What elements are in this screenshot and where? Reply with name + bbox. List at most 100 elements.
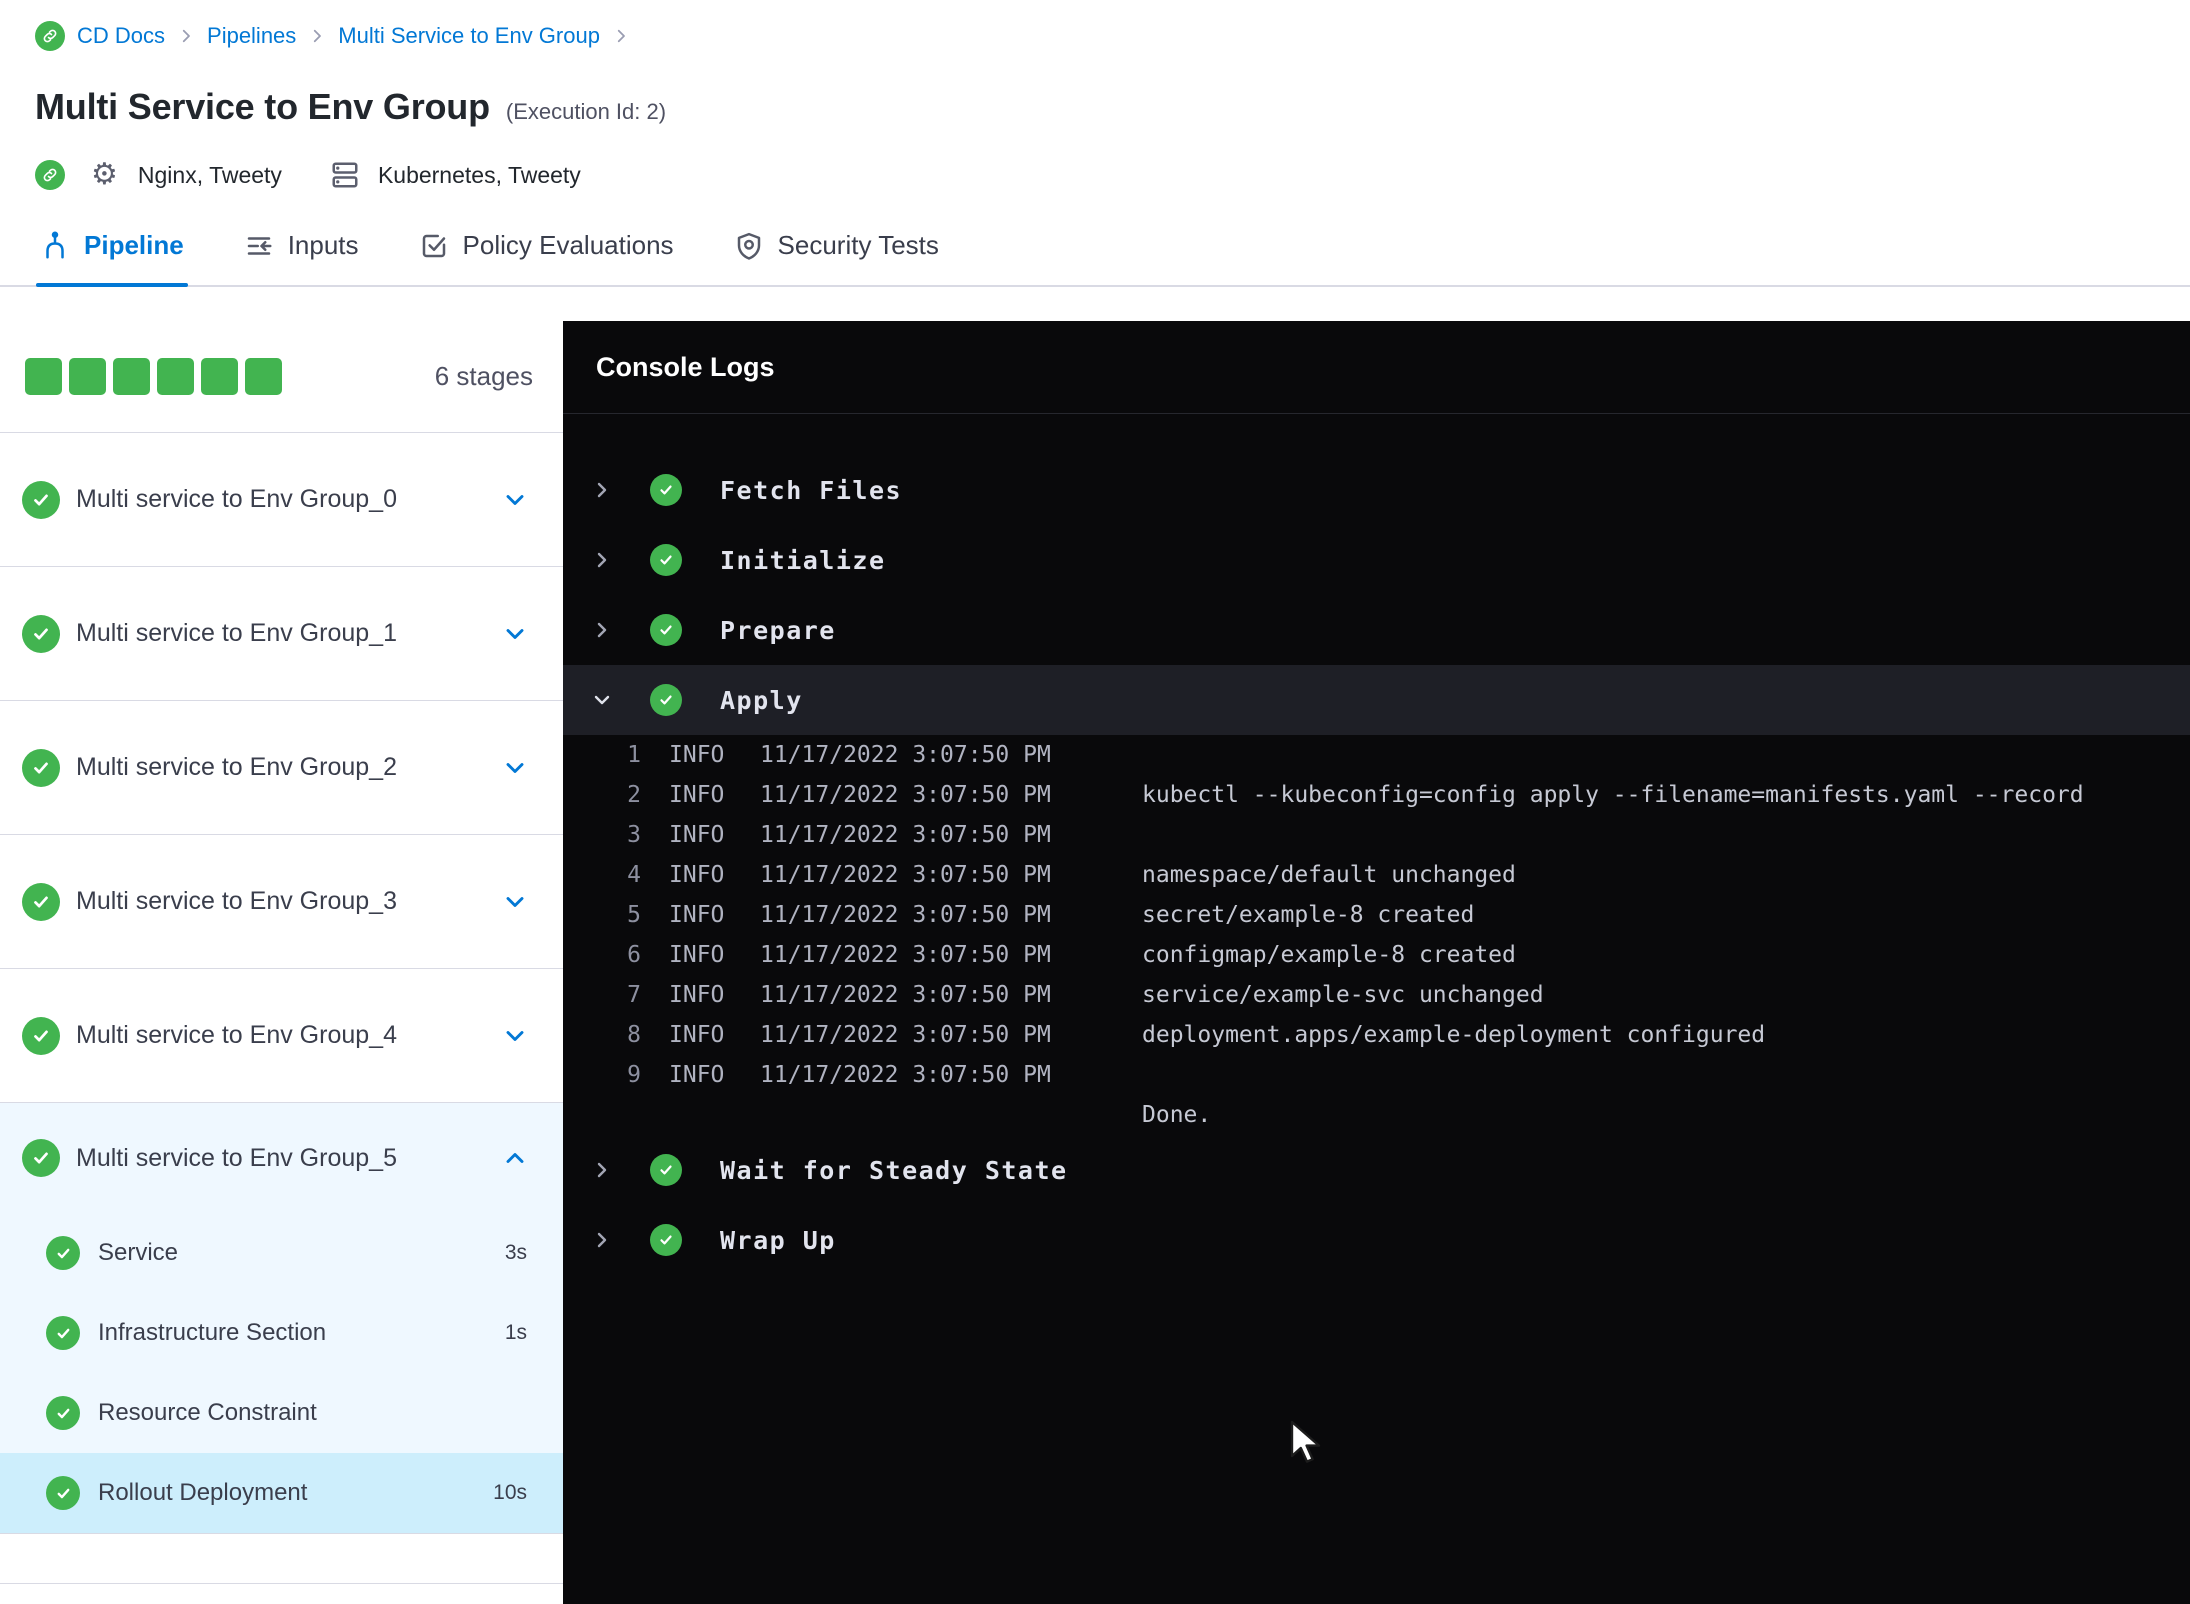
pipeline-icon [40,230,70,261]
stage-row-5[interactable]: Multi service to Env Group_5 [0,1103,563,1213]
page-title: Multi Service to Env Group [35,86,490,127]
execution-meta-row: ⚙ Nginx, Tweety Kubernetes, Tweety [35,154,2190,196]
console-panel: Console Logs Fetch Files Initialize Prep… [563,321,2190,1604]
log-timestamp: 11/17/2022 3:07:50 PM [760,1022,1051,1048]
stage-square[interactable] [69,358,106,395]
log-line-number: 6 [627,942,641,968]
console-section-label: Wait for Steady State [720,1155,1068,1185]
link-icon [35,21,65,51]
success-check-icon [650,684,682,716]
log-timestamp: 11/17/2022 3:07:50 PM [760,902,1051,928]
tab-security-tests[interactable]: Security Tests [734,206,939,285]
log-line-number: 4 [627,862,641,888]
log-line: 2 INFO 11/17/2022 3:07:50 PM kubectl --k… [563,775,2190,815]
tab-label: Security Tests [777,230,939,260]
chevron-right-icon[interactable] [590,1158,614,1182]
console-section-initialize[interactable]: Initialize [563,525,2190,595]
console-section-apply[interactable]: Apply [563,665,2190,735]
console-section-wait-for-steady-state[interactable]: Wait for Steady State [563,1135,2190,1205]
step-row-resource-constraint[interactable]: Resource Constraint [0,1373,563,1453]
success-check-icon [650,474,682,506]
console-section-label: Apply [720,685,803,715]
log-line: 1 INFO 11/17/2022 3:07:50 PM [563,735,2190,775]
stages-summary-row: 6 stages [0,321,563,433]
success-check-icon [46,1236,80,1270]
chevron-right-icon[interactable] [590,1228,614,1252]
console-section-label: Fetch Files [720,475,903,505]
stage-row-1[interactable]: Multi service to Env Group_1 [0,567,563,701]
chevron-down-icon[interactable] [501,754,529,782]
log-message: Done. [1142,1102,1212,1128]
log-line-number: 8 [627,1022,641,1048]
chevron-down-icon[interactable] [501,620,529,648]
title-row: Multi Service to Env Group (Execution Id… [35,86,2190,128]
step-row-service[interactable]: Service 3s [0,1213,563,1293]
console-section-label: Initialize [720,545,886,575]
log-line: 3 INFO 11/17/2022 3:07:50 PM [563,815,2190,855]
console-section-fetch-files[interactable]: Fetch Files [563,455,2190,525]
chevron-up-icon[interactable] [501,1144,529,1172]
stage-5-expanded-block: Multi service to Env Group_5 Service 3s … [0,1103,563,1534]
stage-label: Multi service to Env Group_3 [76,887,397,915]
step-duration: 3s [504,1241,527,1264]
success-check-icon [22,1016,60,1055]
chevron-down-icon[interactable] [501,486,529,514]
log-line: 8 INFO 11/17/2022 3:07:50 PM deployment.… [563,1015,2190,1055]
tab-inputs[interactable]: Inputs [244,206,359,285]
link-icon [35,160,65,190]
step-duration: 10s [493,1481,527,1504]
log-timestamp: 11/17/2022 3:07:50 PM [760,742,1051,768]
success-check-icon [22,1139,60,1177]
chevron-right-icon[interactable] [590,548,614,572]
stage-row-2[interactable]: Multi service to Env Group_2 [0,701,563,835]
stage-square[interactable] [157,358,194,395]
success-check-icon [46,1476,80,1510]
chevron-down-icon[interactable] [501,888,529,916]
stage-label: Multi service to Env Group_0 [76,485,397,513]
console-section-wrap-up[interactable]: Wrap Up [563,1205,2190,1275]
log-timestamp: 11/17/2022 3:07:50 PM [760,782,1051,808]
success-check-icon [22,480,60,519]
stages-count-label: 6 stages [434,361,533,391]
log-message: configmap/example-8 created [1142,942,1516,968]
log-level: INFO [669,902,725,928]
step-row-infrastructure-section[interactable]: Infrastructure Section 1s [0,1293,563,1373]
chevron-right-icon[interactable] [590,618,614,642]
breadcrumb-link-pipelines[interactable]: Pipelines [207,23,296,49]
mouse-cursor [1290,1420,1321,1463]
execution-id: (Execution Id: 2) [505,99,667,124]
breadcrumb-link-pipeline-name[interactable]: Multi Service to Env Group [338,23,600,49]
stage-square[interactable] [25,358,62,395]
tab-label: Pipeline [84,230,184,260]
chevron-right-icon [612,27,630,45]
stage-sidebar: 6 stages Multi service to Env Group_0 Mu… [0,321,563,1604]
chevron-down-icon[interactable] [590,688,614,712]
success-check-icon [22,748,60,787]
breadcrumb-link-cd-docs[interactable]: CD Docs [77,23,165,49]
environments-icon [330,160,360,190]
log-level: INFO [669,1062,725,1088]
tab-pipeline[interactable]: Pipeline [36,206,188,287]
log-line: 9 INFO 11/17/2022 3:07:50 PM [563,1055,2190,1095]
log-line: Done. [563,1095,2190,1135]
tab-bar: Pipeline Inputs Policy Evaluations Secur… [0,206,2190,287]
stage-row-4[interactable]: Multi service to Env Group_4 [0,969,563,1103]
log-level: INFO [669,782,725,808]
stage-row-0[interactable]: Multi service to Env Group_0 [0,433,563,567]
success-check-icon [650,1224,682,1256]
chevron-right-icon[interactable] [590,478,614,502]
console-section-prepare[interactable]: Prepare [563,595,2190,665]
shield-icon [734,231,764,261]
stage-square[interactable] [201,358,238,395]
success-check-icon [650,544,682,576]
stage-row-3[interactable]: Multi service to Env Group_3 [0,835,563,969]
tab-policy-evaluations[interactable]: Policy Evaluations [419,206,674,285]
chevron-down-icon[interactable] [501,1022,529,1050]
services-gear-icon: ⚙ [91,157,118,192]
stage-square[interactable] [245,358,282,395]
stage-square[interactable] [113,358,150,395]
log-line-number: 2 [627,782,641,808]
success-check-icon [22,882,60,921]
log-timestamp: 11/17/2022 3:07:50 PM [760,1062,1051,1088]
step-row-rollout-deployment[interactable]: Rollout Deployment 10s [0,1453,563,1533]
